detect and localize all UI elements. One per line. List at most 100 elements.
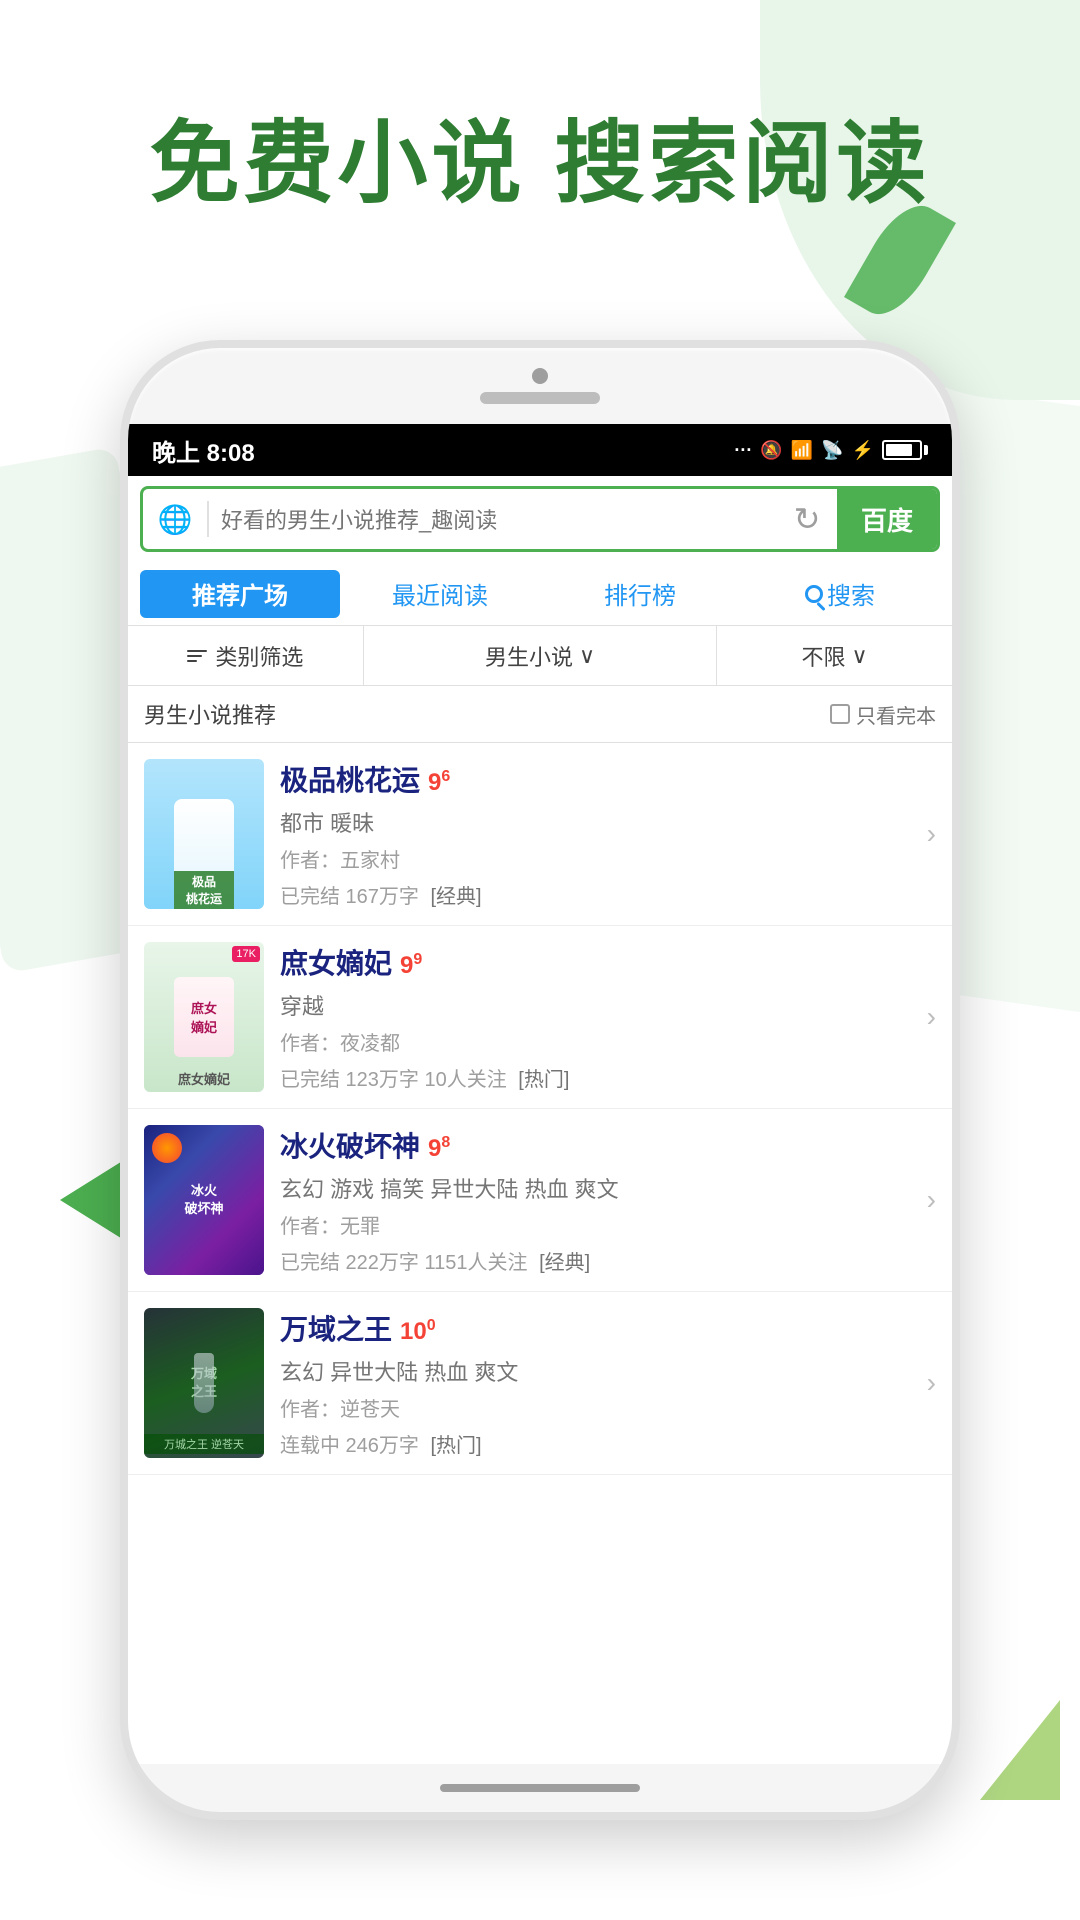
- cover-text-2: 庶女嫡妃: [191, 998, 217, 1036]
- search-input[interactable]: 好看的男生小说推荐_趣阅读: [209, 503, 777, 535]
- cover-badge-2: 17K: [232, 946, 260, 962]
- cover-art-2: 庶女嫡妃 17K 庶女嫡妃: [144, 942, 264, 1092]
- filter-limit-icon: ∨: [852, 643, 868, 669]
- book-arrow-3: ›: [919, 1125, 936, 1275]
- book-title-2: 庶女嫡妃: [280, 942, 392, 982]
- filter-category[interactable]: 类别筛选: [128, 626, 364, 685]
- book-title-row-3: 冰火破坏神 98: [280, 1125, 903, 1165]
- book-arrow-2: ›: [919, 942, 936, 1092]
- cover-sword-4: [194, 1353, 214, 1413]
- book-list: 极品桃花运 极品桃花运 96 都市 暖昧 作者：五家村 已完结 167万字: [128, 743, 952, 1475]
- tab-recent[interactable]: 最近阅读: [340, 570, 540, 618]
- book-author-4: 作者：逆苍天: [280, 1393, 903, 1422]
- wifi-icon: 📶: [791, 440, 813, 461]
- status-icons: ··· 🔕 📶 📡 ⚡: [734, 440, 928, 461]
- section-title: 男生小说推荐: [144, 698, 276, 730]
- cover-bottom-label-2: 庶女嫡妃: [144, 1069, 264, 1088]
- book-genre-1: 都市 暖昧: [280, 806, 903, 838]
- section-header: 男生小说推荐 只看完本: [128, 686, 952, 743]
- book-meta-1: 已完结 167万字 [经典]: [280, 880, 903, 909]
- search-nav-icon: [805, 585, 823, 603]
- baidu-button[interactable]: 百度: [837, 489, 937, 549]
- main-title: 免费小说 搜索阅读: [0, 90, 1080, 220]
- phone-screen: 晚上 8:08 ··· 🔕 📶 📡 ⚡ 🌐 好看的男生小说推荐_趣阅读 ↻: [128, 424, 952, 1764]
- list-item[interactable]: 万域之王 万城之王 逆苍天 万域之王 100 玄幻 异世大陆 热血 爽文 作者：…: [128, 1292, 952, 1475]
- book-rating-4: 100: [400, 1317, 436, 1346]
- list-item[interactable]: 庶女嫡妃 17K 庶女嫡妃 庶女嫡妃 99 穿越 作者：夜凌都: [128, 926, 952, 1109]
- book-rating-2: 99: [400, 951, 422, 980]
- book-author-2: 作者：夜凌都: [280, 1027, 903, 1056]
- phone-frame: 晚上 8:08 ··· 🔕 📶 📡 ⚡ 🌐 好看的男生小说推荐_趣阅读 ↻: [120, 340, 960, 1820]
- phone-camera: [532, 368, 548, 384]
- status-time: 晚上 8:08: [152, 433, 255, 468]
- book-tag-1: [经典]: [431, 886, 482, 908]
- filter-limit[interactable]: 不限 ∨: [717, 626, 952, 685]
- book-tag-2: [热门]: [518, 1069, 569, 1091]
- filter-type-icon: ∨: [579, 643, 595, 669]
- tab-recommend[interactable]: 推荐广场: [140, 570, 340, 618]
- filter-type[interactable]: 男生小说 ∨: [364, 626, 717, 685]
- cover-art-4: 万域之王 万城之王 逆苍天: [144, 1308, 264, 1458]
- battery-icon: [882, 440, 928, 460]
- section-checkbox[interactable]: 只看完本: [830, 700, 936, 729]
- search-bar-container[interactable]: 🌐 好看的男生小说推荐_趣阅读 ↻ 百度: [140, 486, 940, 552]
- charge-icon: ⚡: [852, 440, 874, 461]
- cover-text-3: 冰火破坏神: [184, 1182, 223, 1218]
- filter-type-label: 男生小说: [485, 640, 573, 672]
- tab-search[interactable]: 搜索: [740, 570, 940, 618]
- list-item[interactable]: 冰火破坏神 冰火破坏神 98 玄幻 游戏 搞笑 异世大陆 热血 爽文 作者：无罪: [128, 1109, 952, 1292]
- bell-icon: 🔕: [760, 440, 782, 461]
- battery-tip: [924, 445, 928, 455]
- nav-tabs: 推荐广场 最近阅读 排行榜 搜索: [128, 562, 952, 626]
- signal-icon: 📡: [821, 440, 843, 461]
- cover-art-1: 极品桃花运: [144, 759, 264, 909]
- cover-art-3: 冰火破坏神: [144, 1125, 264, 1275]
- book-title-3: 冰火破坏神: [280, 1125, 420, 1165]
- book-title-4: 万域之王: [280, 1308, 392, 1348]
- book-rating-1: 96: [428, 768, 450, 797]
- book-tag-4: [热门]: [431, 1435, 482, 1457]
- book-title-row-2: 庶女嫡妃 99: [280, 942, 903, 982]
- book-info-4: 万域之王 100 玄幻 异世大陆 热血 爽文 作者：逆苍天 连载中 246万字 …: [264, 1308, 919, 1458]
- book-genre-4: 玄幻 异世大陆 热血 爽文: [280, 1355, 903, 1387]
- book-author-3: 作者：无罪: [280, 1210, 903, 1239]
- book-cover-3: 冰火破坏神: [144, 1125, 264, 1275]
- book-meta-4: 连载中 246万字 [热门]: [280, 1429, 903, 1458]
- cover-figure-1: 极品桃花运: [174, 799, 234, 909]
- book-arrow-1: ›: [919, 759, 936, 909]
- book-cover-4: 万域之王 万城之王 逆苍天: [144, 1308, 264, 1458]
- book-info-2: 庶女嫡妃 99 穿越 作者：夜凌都 已完结 123万字 10人关注 [热门]: [264, 942, 919, 1092]
- cover-orb-3: [152, 1133, 182, 1163]
- book-author-1: 作者：五家村: [280, 844, 903, 873]
- phone-home-indicator: [440, 1784, 640, 1792]
- book-genre-2: 穿越: [280, 989, 903, 1021]
- list-item[interactable]: 极品桃花运 极品桃花运 96 都市 暖昧 作者：五家村 已完结 167万字: [128, 743, 952, 926]
- phone-speaker: [480, 392, 600, 404]
- book-title-row-1: 极品桃花运 96: [280, 759, 903, 799]
- checkbox-label: 只看完本: [856, 700, 936, 729]
- filter-limit-label: 不限: [802, 640, 846, 672]
- book-info-3: 冰火破坏神 98 玄幻 游戏 搞笑 异世大陆 热血 爽文 作者：无罪 已完结 2…: [264, 1125, 919, 1275]
- battery-fill: [886, 444, 912, 456]
- cover-bottom-4: 万城之王 逆苍天: [144, 1434, 264, 1454]
- book-info-1: 极品桃花运 96 都市 暖昧 作者：五家村 已完结 167万字 [经典]: [264, 759, 919, 909]
- book-meta-3: 已完结 222万字 1151人关注 [经典]: [280, 1246, 903, 1275]
- book-rating-3: 98: [428, 1134, 450, 1163]
- book-title-row-4: 万域之王 100: [280, 1308, 903, 1348]
- book-cover-2: 庶女嫡妃 17K 庶女嫡妃: [144, 942, 264, 1092]
- refresh-icon[interactable]: ↻: [777, 489, 837, 549]
- book-tag-3: [经典]: [539, 1252, 590, 1274]
- cover-figure-2: 庶女嫡妃: [174, 977, 234, 1057]
- globe-icon: 🌐: [153, 497, 197, 541]
- book-genre-3: 玄幻 游戏 搞笑 异世大陆 热血 爽文: [280, 1172, 903, 1204]
- tab-ranking[interactable]: 排行榜: [540, 570, 740, 618]
- book-title-1: 极品桃花运: [280, 759, 420, 799]
- filter-lines-icon: [187, 650, 207, 662]
- filter-category-label: 类别筛选: [215, 640, 303, 672]
- checkbox-box: [830, 704, 850, 724]
- status-bar: 晚上 8:08 ··· 🔕 📶 📡 ⚡: [128, 424, 952, 476]
- signal-dots: ···: [734, 440, 752, 461]
- filter-bar: 类别筛选 男生小说 ∨ 不限 ∨: [128, 626, 952, 686]
- tab-search-label: 搜索: [827, 576, 875, 611]
- battery-body: [882, 440, 922, 460]
